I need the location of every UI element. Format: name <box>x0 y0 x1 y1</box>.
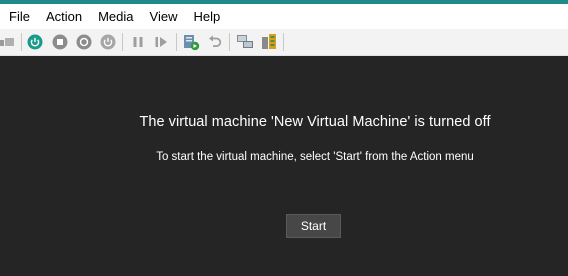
save-state-icon[interactable] <box>98 32 118 52</box>
toolbar-separator <box>176 33 177 51</box>
resume-icon[interactable] <box>151 32 171 52</box>
enhanced-session-icon[interactable] <box>235 32 255 52</box>
power-on-icon[interactable] <box>25 32 45 52</box>
toolbar <box>0 29 568 56</box>
ctrl-alt-del-icon[interactable] <box>0 32 16 52</box>
shut-down-icon[interactable] <box>74 32 94 52</box>
menu-media[interactable]: Media <box>90 4 141 29</box>
vm-display-area: The virtual machine 'New Virtual Machine… <box>0 56 568 276</box>
start-button[interactable]: Start <box>286 214 341 238</box>
toolbar-separator <box>122 33 123 51</box>
toolbar-separator <box>21 33 22 51</box>
revert-icon[interactable] <box>205 32 225 52</box>
checkpoint-icon[interactable] <box>181 32 201 52</box>
menu-view[interactable]: View <box>142 4 186 29</box>
menu-help[interactable]: Help <box>185 4 228 29</box>
toolbar-separator <box>229 33 230 51</box>
menu-file[interactable]: File <box>0 4 38 29</box>
share-icon[interactable] <box>259 32 279 52</box>
turn-off-icon[interactable] <box>50 32 70 52</box>
toolbar-separator <box>283 33 284 51</box>
vm-status-title: The virtual machine 'New Virtual Machine… <box>139 114 491 130</box>
pause-icon[interactable] <box>128 32 148 52</box>
vm-status-subtitle: To start the virtual machine, select 'St… <box>156 151 474 163</box>
menu-bar: File Action Media View Help <box>0 4 568 29</box>
menu-action[interactable]: Action <box>38 4 90 29</box>
